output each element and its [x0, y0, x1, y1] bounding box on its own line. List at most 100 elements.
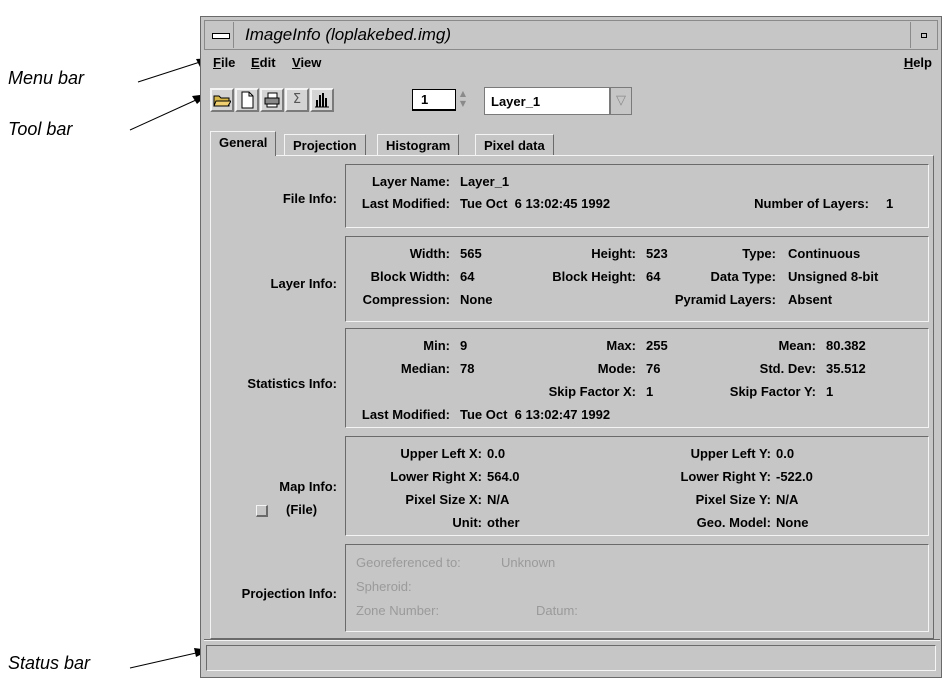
- layer-name-label: Layer Name:: [371, 174, 450, 189]
- compression-label: Compression:: [362, 292, 450, 307]
- statistics-info-group: Min: 9 Max: 255 Mean: 80.382 Median: 78 …: [345, 328, 929, 428]
- open-button[interactable]: [210, 88, 234, 112]
- upper-left-y-label: Upper Left Y:: [690, 446, 771, 461]
- skip-factor-y-label: Skip Factor Y:: [729, 384, 816, 399]
- compression-value: None: [460, 292, 493, 307]
- type-label: Type:: [742, 246, 776, 261]
- window-title: ImageInfo (loplakebed.img): [245, 25, 452, 44]
- statistics-button[interactable]: Σ: [285, 88, 309, 112]
- histogram-button[interactable]: [310, 88, 334, 112]
- file-last-modified-value: Tue Oct 6 13:02:45 1992: [460, 196, 611, 211]
- status-bar-callout: Status bar: [8, 653, 91, 673]
- pixel-size-x-label: Pixel Size X:: [405, 492, 482, 507]
- max-value: 255: [646, 338, 668, 353]
- layer-info-group: Width: 565 Height: 523 Type: Continuous …: [345, 236, 929, 322]
- std-dev-value: 35.512: [826, 361, 866, 376]
- tool-bar: Σ 1 ▲ ▼ Layer_1 ▽: [208, 85, 936, 115]
- min-label: Min:: [423, 338, 450, 353]
- mode-value: 76: [646, 361, 661, 376]
- lower-right-y-value: -522.0: [776, 469, 813, 484]
- new-button[interactable]: [235, 88, 259, 112]
- unit-value: other: [487, 515, 520, 530]
- spin-down-icon[interactable]: ▼: [456, 99, 470, 109]
- median-value: 78: [460, 361, 475, 376]
- layer-name-value: Layer_1: [460, 174, 510, 189]
- mode-label: Mode:: [597, 361, 636, 376]
- tab-pixel-data[interactable]: Pixel data: [475, 134, 554, 155]
- skip-factor-x-value: 1: [646, 384, 654, 399]
- map-info-label: Map Info:: [279, 479, 337, 494]
- data-type-value: Unsigned 8-bit: [788, 269, 879, 284]
- upper-left-x-label: Upper Left X:: [400, 446, 482, 461]
- layer-name-field[interactable]: Layer_1: [484, 87, 610, 115]
- lower-right-y-label: Lower Right Y:: [680, 469, 771, 484]
- zone-number-label: Zone Number:: [356, 603, 440, 618]
- minimize-button[interactable]: [910, 22, 936, 48]
- menu-edit[interactable]: Edit: [251, 55, 276, 70]
- block-height-label: Block Height:: [552, 269, 636, 284]
- file-info-label: File Info:: [282, 191, 337, 206]
- projection-info-group: Georeferenced to: Unknown Spheroid: Zone…: [345, 544, 929, 632]
- height-label: Height:: [591, 246, 636, 261]
- width-label: Width:: [409, 246, 450, 261]
- map-info-group: Upper Left X: 0.0 Upper Left Y: 0.0 Lowe…: [345, 436, 929, 536]
- layer-number-input[interactable]: 1: [412, 89, 456, 111]
- sigma-statistics-icon: Σ: [292, 92, 302, 107]
- std-dev-label: Std. Dev:: [759, 361, 816, 376]
- georeferenced-label: Georeferenced to:: [356, 555, 461, 570]
- statistics-info-label: Statistics Info:: [247, 376, 337, 391]
- open-folder-icon: [213, 95, 232, 107]
- mean-label: Mean:: [778, 338, 816, 353]
- tab-projection[interactable]: Projection: [284, 134, 366, 155]
- median-label: Median:: [400, 361, 450, 376]
- status-bar: [206, 645, 936, 671]
- width-value: 565: [460, 246, 482, 261]
- layer-number-spinner[interactable]: ▲ ▼: [456, 89, 470, 111]
- stats-last-modified-value: Tue Oct 6 13:02:47 1992: [460, 407, 611, 422]
- imageinfo-window: ImageInfo (loplakebed.img) File Edit Vie…: [200, 16, 942, 678]
- datum-label: Datum:: [536, 603, 578, 618]
- tab-histogram[interactable]: Histogram: [377, 134, 460, 155]
- mean-value: 80.382: [826, 338, 866, 353]
- pyramid-layers-value: Absent: [788, 292, 833, 307]
- block-height-value: 64: [646, 269, 661, 284]
- window-menu-button[interactable]: [206, 22, 234, 48]
- histogram-icon: [315, 93, 329, 108]
- geo-model-label: Geo. Model:: [696, 515, 771, 530]
- pixel-size-y-label: Pixel Size Y:: [695, 492, 771, 507]
- pyramid-layers-label: Pyramid Layers:: [674, 292, 776, 307]
- tab-general[interactable]: General: [210, 131, 277, 156]
- block-width-value: 64: [460, 269, 475, 284]
- menu-help[interactable]: Help: [904, 55, 932, 70]
- num-layers-label: Number of Layers:: [754, 196, 869, 211]
- print-button[interactable]: [260, 88, 284, 112]
- menu-bar-callout: Menu bar: [8, 68, 85, 88]
- pixel-size-y-value: N/A: [776, 492, 799, 507]
- menu-bar: File Edit View Help: [204, 51, 938, 77]
- lower-right-x-label: Lower Right X:: [390, 469, 482, 484]
- map-info-file-label: (File): [286, 502, 318, 517]
- upper-left-y-value: 0.0: [776, 446, 795, 461]
- type-value: Continuous: [788, 246, 861, 261]
- upper-left-x-value: 0.0: [487, 446, 506, 461]
- file-last-modified-label: Last Modified:: [361, 196, 450, 211]
- min-value: 9: [460, 338, 468, 353]
- layer-dropdown-button[interactable]: ▽: [610, 87, 632, 115]
- new-document-icon: [241, 91, 254, 109]
- map-info-file-checkbox[interactable]: [256, 505, 268, 517]
- spin-up-icon[interactable]: ▲: [456, 89, 470, 99]
- projection-info-label: Projection Info:: [241, 586, 337, 601]
- lower-right-x-value: 564.0: [487, 469, 520, 484]
- title-bar: ImageInfo (loplakebed.img): [204, 20, 938, 50]
- skip-factor-x-label: Skip Factor X:: [548, 384, 636, 399]
- tool-bar-callout: Tool bar: [8, 119, 73, 139]
- block-width-label: Block Width:: [370, 269, 450, 284]
- status-separator: [204, 639, 940, 641]
- geo-model-value: None: [776, 515, 809, 530]
- layer-info-label: Layer Info:: [270, 276, 337, 291]
- menu-view[interactable]: View: [292, 55, 321, 70]
- num-layers-value: 1: [886, 196, 894, 211]
- data-type-label: Data Type:: [710, 269, 777, 284]
- chevron-down-icon: ▽: [616, 93, 626, 108]
- menu-file[interactable]: File: [213, 55, 235, 70]
